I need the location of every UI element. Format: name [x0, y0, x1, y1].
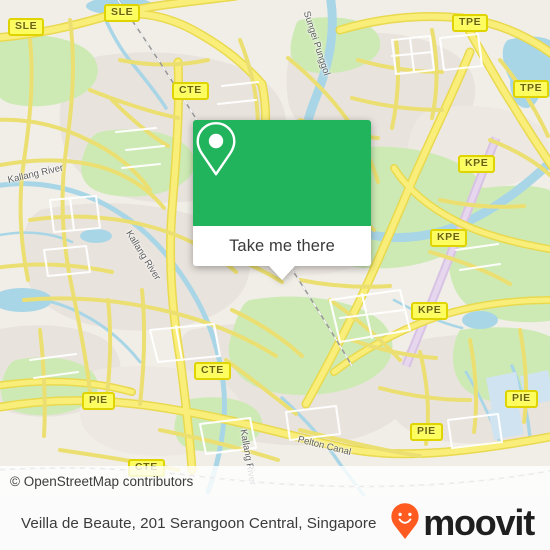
- callout-pointer-tail: [269, 266, 295, 280]
- moovit-smiley-pin-icon: [390, 502, 420, 545]
- moovit-brand-logo[interactable]: moovit: [390, 502, 550, 545]
- highway-shield-tpe: TPE: [513, 80, 550, 98]
- moovit-wordmark: moovit: [423, 502, 535, 543]
- place-address: Veilla de Beaute, 201 Serangoon Central,…: [21, 514, 377, 532]
- highway-shield-sle: SLE: [8, 18, 45, 36]
- footer-bar: Veilla de Beaute, 201 Serangoon Central,…: [0, 496, 550, 550]
- highway-shield-tpe: TPE: [452, 14, 489, 32]
- osm-attribution-text: © OpenStreetMap contributors: [10, 473, 194, 489]
- location-callout-card[interactable]: Take me there: [193, 120, 371, 280]
- moovit-map-share-card: Kallang River Kallang River Sungei Pungg…: [0, 0, 550, 550]
- highway-shield-kpe: KPE: [411, 302, 449, 320]
- callout-pin-panel: [193, 120, 371, 226]
- highway-shield-pie: PIE: [82, 392, 115, 410]
- map-attribution-bar: © OpenStreetMap contributors: [0, 466, 550, 496]
- highway-shield-pie: PIE: [410, 423, 443, 441]
- highway-shield-cte: CTE: [194, 362, 231, 380]
- highway-shield-kpe: KPE: [458, 155, 496, 173]
- highway-shield-kpe: KPE: [430, 229, 468, 247]
- map-canvas[interactable]: Kallang River Kallang River Sungei Pungg…: [0, 0, 550, 496]
- highway-shield-sle: SLE: [104, 4, 141, 22]
- highway-shield-pie: PIE: [505, 390, 538, 408]
- take-me-there-button[interactable]: Take me there: [193, 226, 371, 266]
- take-me-there-label: Take me there: [229, 236, 335, 255]
- highway-shield-cte: CTE: [172, 82, 209, 100]
